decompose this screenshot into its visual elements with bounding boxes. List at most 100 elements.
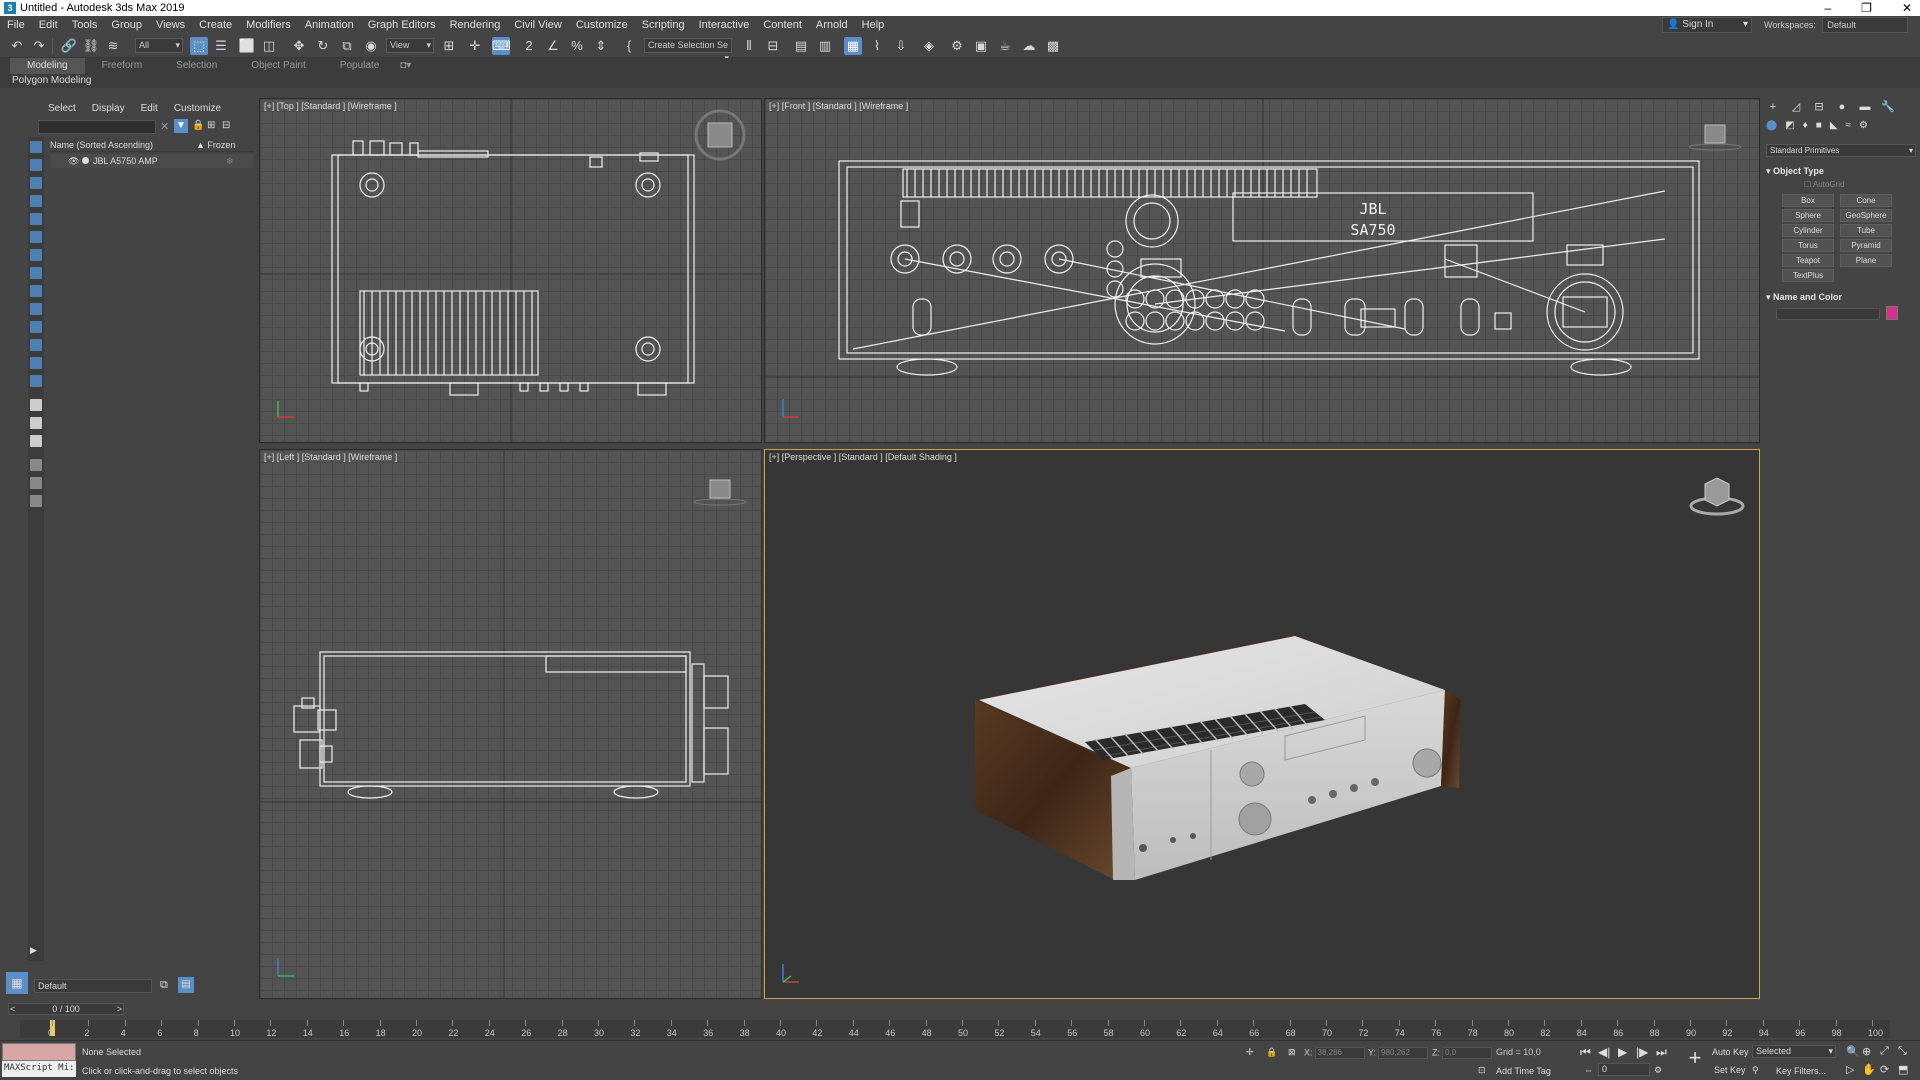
layer-hierarchy-icon[interactable]: ⊟	[222, 120, 230, 131]
box-button[interactable]: Box	[1782, 194, 1834, 207]
expand-all-icon[interactable]	[30, 435, 42, 447]
time-slider[interactable]: < 0 / 100 >	[8, 1003, 124, 1015]
window-crossing-icon[interactable]: ◫	[260, 37, 278, 55]
menu-arnold[interactable]: Arnold	[809, 16, 855, 34]
menu-group[interactable]: Group	[104, 16, 149, 34]
cone-button[interactable]: Cone	[1840, 194, 1892, 207]
lights-icon[interactable]: ♦	[1803, 120, 1808, 134]
scene-explorer-icon[interactable]: ▤	[792, 37, 810, 55]
next-frame-icon[interactable]: |▶	[1636, 1045, 1648, 1059]
tube-button[interactable]: Tube	[1840, 224, 1892, 237]
named-selection-sets-dropdown[interactable]: Create Selection Se▾	[644, 38, 732, 63]
current-frame-input[interactable]: 0	[1598, 1063, 1650, 1076]
maximize-viewport-icon[interactable]: ⬒	[1898, 1063, 1908, 1076]
object-type-rollout-header[interactable]: ▾ Object Type	[1766, 164, 1916, 178]
menu-modifiers[interactable]: Modifiers	[239, 16, 298, 34]
bind-space-warp-icon[interactable]: ≋	[104, 37, 122, 55]
menu-interactive[interactable]: Interactive	[692, 16, 757, 34]
geosphere-button[interactable]: GeoSphere	[1840, 209, 1892, 222]
set-keys-icon[interactable]: +	[1682, 1045, 1708, 1071]
frozen-icon[interactable]: ❄	[226, 154, 234, 168]
key-filter-icon[interactable]: ⚲	[1752, 1065, 1759, 1076]
zoom-icon[interactable]: 🔍	[1846, 1045, 1860, 1058]
ribbon-options-icon[interactable]: ◘▾	[396, 58, 415, 74]
minimize-button[interactable]: ‒	[1824, 0, 1831, 16]
snaps-toggle-icon[interactable]: 2	[520, 37, 538, 55]
clear-filter-icon[interactable]	[30, 459, 42, 471]
display-all-icon[interactable]	[30, 159, 42, 171]
menu-content[interactable]: Content	[756, 16, 809, 34]
selection-filter-dropdown[interactable]: All ▾	[135, 38, 183, 53]
maxscript-mini-listener[interactable]: MAXScript Mi:	[2, 1061, 76, 1077]
ribbon-tab-object-paint[interactable]: Object Paint	[234, 58, 322, 74]
viewport-left[interactable]: [+] [Left ] [Standard ] [Wireframe ]	[259, 449, 762, 999]
motion-tab-icon[interactable]: ●	[1835, 100, 1849, 114]
ribbon-tab-freeform[interactable]: Freeform	[85, 58, 160, 74]
menu-animation[interactable]: Animation	[298, 16, 361, 34]
cameras-icon[interactable]: ■	[1816, 120, 1822, 134]
set-key-button[interactable]: Set Key	[1714, 1065, 1746, 1075]
display-geometry-icon[interactable]	[30, 195, 42, 207]
x-coordinate-input[interactable]: 38,286	[1314, 1047, 1365, 1059]
time-slider-next-icon[interactable]: >	[117, 1004, 122, 1014]
space-warps-icon[interactable]: ≈	[1846, 120, 1852, 134]
zoom-extents-icon[interactable]: ⤢	[1880, 1045, 1889, 1058]
modify-tab-icon[interactable]: ◿	[1789, 100, 1803, 114]
display-xrefs-icon[interactable]	[30, 321, 42, 333]
placement-icon[interactable]: ◉	[362, 37, 380, 55]
explorer-tab-display[interactable]: Display	[86, 102, 131, 114]
ribbon-tab-selection[interactable]: Selection	[159, 58, 234, 74]
helpers-icon[interactable]: ◣	[1830, 120, 1838, 134]
edit-named-selection-icon[interactable]: {	[620, 37, 638, 55]
move-icon[interactable]: ✥	[290, 37, 308, 55]
sphere-button[interactable]: Sphere	[1782, 209, 1834, 222]
render-setup-icon[interactable]: ⚙	[948, 37, 966, 55]
sign-in-dropdown[interactable]: 👤 Sign In ▾	[1662, 17, 1752, 33]
explorer-tab-edit[interactable]: Edit	[135, 102, 164, 114]
pan-icon[interactable]: ✋	[1862, 1063, 1876, 1076]
render-production-icon[interactable]: ☕	[996, 37, 1014, 55]
layer-explorer-icon[interactable]: ▥	[816, 37, 834, 55]
scale-icon[interactable]: ⧉	[338, 37, 356, 55]
display-hidden-icon[interactable]	[30, 399, 42, 411]
explorer-search-input[interactable]	[38, 120, 156, 134]
textplus-button[interactable]: TextPlus	[1782, 269, 1834, 282]
redo-icon[interactable]: ↷	[30, 37, 48, 55]
shapes-icon[interactable]: ◩	[1785, 120, 1794, 134]
material-editor-icon[interactable]: ◈	[920, 37, 938, 55]
z-coordinate-input[interactable]: 0,0	[1442, 1047, 1492, 1059]
ribbon-tab-populate[interactable]: Populate	[323, 58, 396, 74]
display-helpers-icon[interactable]	[30, 267, 42, 279]
systems-icon[interactable]: ⚙	[1859, 120, 1868, 134]
select-by-name-icon[interactable]: ☰	[212, 37, 230, 55]
filter-funnel-icon[interactable]	[30, 477, 42, 489]
previous-frame-icon[interactable]: ◀|	[1598, 1045, 1610, 1059]
display-groups-icon[interactable]	[30, 303, 42, 315]
clear-search-icon[interactable]: ✕	[160, 120, 169, 133]
hierarchy-tab-icon[interactable]: ⊟	[1812, 100, 1826, 114]
menu-create[interactable]: Create	[192, 16, 239, 34]
lock-icon[interactable]: 🔒	[192, 120, 204, 131]
explorer-column-header[interactable]: Name (Sorted Ascending) ▲ Frozen	[50, 138, 254, 152]
zoom-all-icon[interactable]: ⊕	[1862, 1045, 1871, 1058]
keyboard-shortcut-override-icon[interactable]: ⌨	[492, 37, 511, 55]
go-to-start-icon[interactable]: ⏮	[1580, 1045, 1591, 1060]
menu-edit[interactable]: Edit	[32, 16, 65, 34]
time-configuration-icon[interactable]: ⚙	[1654, 1065, 1662, 1076]
close-button[interactable]: ✕	[1902, 0, 1912, 16]
display-spacewarps-icon[interactable]	[30, 285, 42, 297]
explorer-tab-select[interactable]: Select	[42, 102, 82, 114]
menu-file[interactable]: File	[0, 16, 32, 34]
track-bar[interactable]: 0 2 4 6 8 10 12 14 16 18 20 22 24 26 28 30 32 34 36 38 40 42 4…	[20, 1020, 1890, 1038]
menu-views[interactable]: Views	[149, 16, 192, 34]
ribbon-tab-modeling[interactable]: Modeling	[10, 58, 85, 74]
display-containers-icon[interactable]	[30, 357, 42, 369]
menu-rendering[interactable]: Rendering	[443, 16, 508, 34]
time-tag-icon[interactable]: ⊡	[1478, 1065, 1486, 1076]
menu-civil-view[interactable]: Civil View	[507, 16, 568, 34]
key-filter-selected-dropdown[interactable]: Selected ▾	[1752, 1045, 1836, 1058]
unlink-icon[interactable]: ⛓	[82, 37, 100, 55]
menu-scripting[interactable]: Scripting	[635, 16, 692, 34]
layer-explorer-toggle-icon[interactable]: ▤	[178, 977, 194, 993]
object-color-swatch[interactable]	[1886, 306, 1898, 320]
